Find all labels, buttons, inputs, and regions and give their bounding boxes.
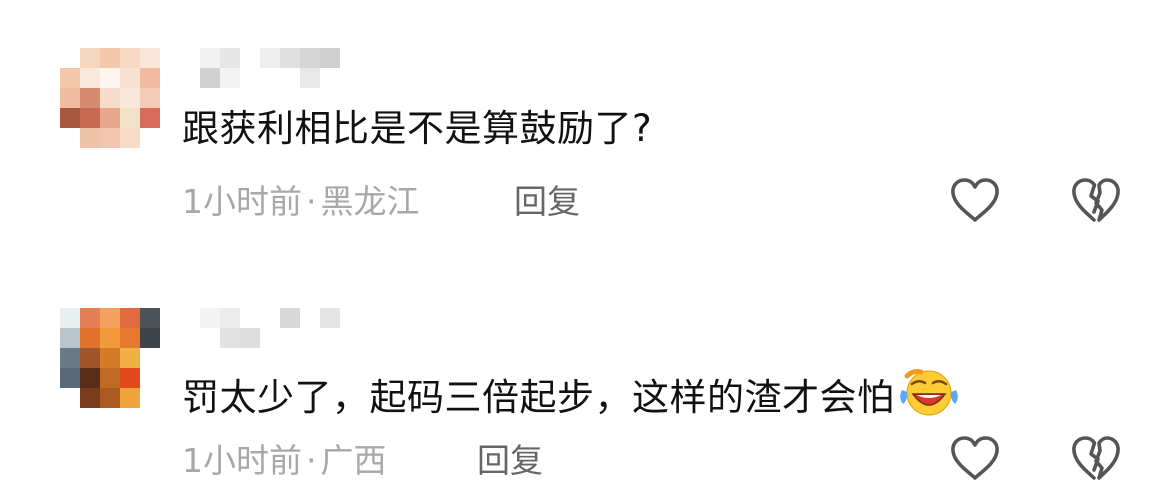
username-blurred[interactable] — [200, 48, 345, 88]
comment-text: 罚太少了，起码三倍起步，这样的渣才会怕 — [182, 368, 959, 424]
comment-location: 黑龙江 — [320, 182, 420, 221]
comment-meta: 1小时前 · 广西 — [182, 444, 387, 477]
reply-button[interactable]: 回复 — [514, 185, 580, 218]
heart-outline-icon — [948, 176, 1002, 226]
comment-item: 罚太少了，起码三倍起步，这样的渣才会怕 1小时前 · 广西 回复 — [0, 250, 1153, 498]
like-button[interactable] — [948, 176, 1002, 226]
dislike-button[interactable] — [1069, 434, 1123, 484]
avatar[interactable] — [60, 308, 160, 408]
heart-outline-icon — [948, 434, 1002, 484]
face-tears-of-joy-emoji — [899, 368, 959, 424]
reply-button[interactable]: 回复 — [477, 444, 543, 477]
comment-text-content: 罚太少了，起码三倍起步，这样的渣才会怕 — [182, 376, 895, 419]
comment-time: 1小时前 — [182, 182, 302, 221]
comment-text: 跟获利相比是不是算鼓励了? — [182, 110, 652, 147]
broken-heart-icon — [1069, 176, 1123, 226]
like-button[interactable] — [948, 434, 1002, 484]
avatar[interactable] — [60, 48, 160, 148]
comment-text-content: 跟获利相比是不是算鼓励了? — [182, 107, 653, 150]
comment-item: 跟获利相比是不是算鼓励了? 1小时前 · 黑龙江 回复 — [0, 0, 1153, 250]
dislike-button[interactable] — [1069, 176, 1123, 226]
broken-heart-icon — [1069, 434, 1123, 484]
comment-time: 1小时前 — [182, 441, 302, 480]
username-blurred[interactable] — [200, 308, 340, 348]
comment-location: 广西 — [320, 441, 387, 480]
comment-meta: 1小时前 · 黑龙江 — [182, 185, 420, 218]
meta-separator: · — [306, 441, 317, 480]
meta-separator: · — [306, 182, 317, 221]
